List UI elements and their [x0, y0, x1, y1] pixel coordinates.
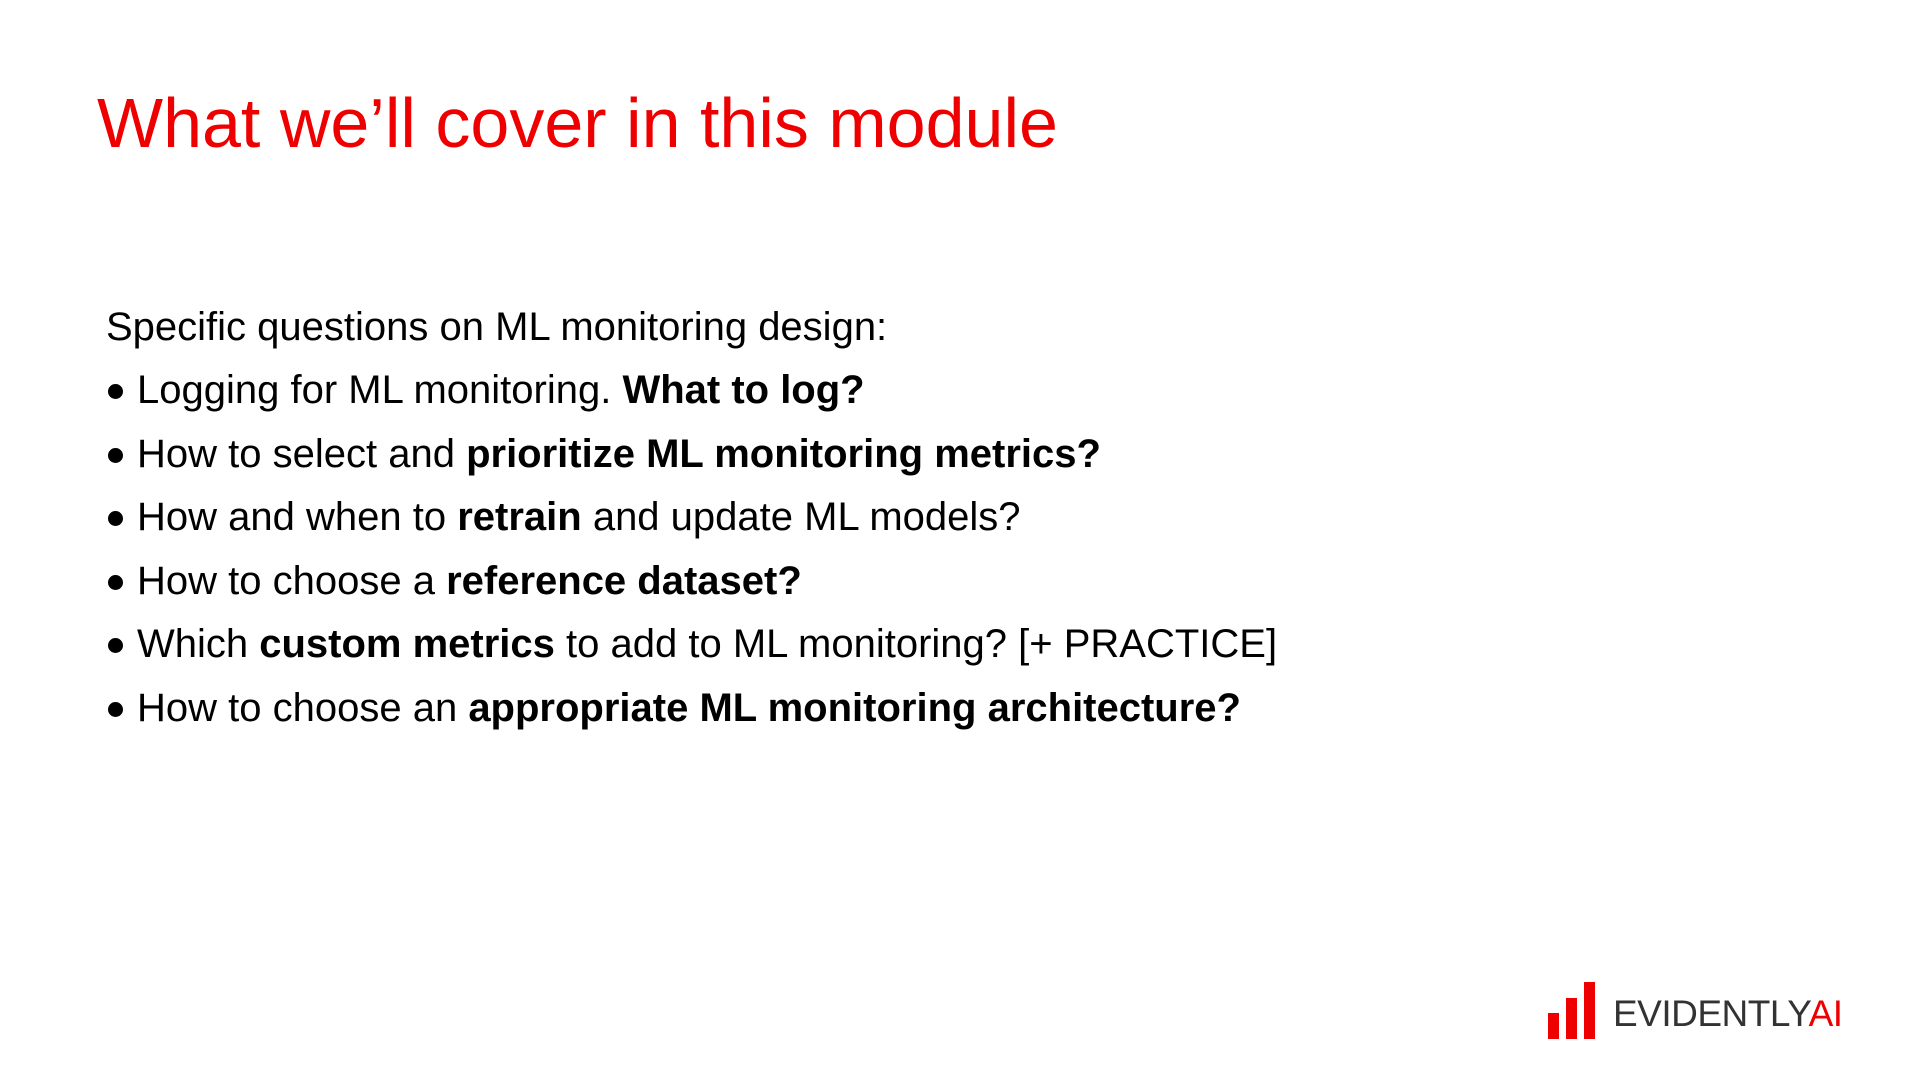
bullet-bold: custom metrics — [259, 622, 555, 666]
bullet-list: Logging for ML monitoring. What to log? … — [106, 367, 1506, 748]
bullet-item: How to choose a reference dataset? — [106, 558, 1506, 622]
bullet-item: Which custom metrics to add to ML monito… — [106, 621, 1506, 685]
bullet-item: How to choose an appropriate ML monitori… — [106, 685, 1506, 749]
bullet-item: How and when to retrain and update ML mo… — [106, 494, 1506, 558]
bullet-item: Logging for ML monitoring. What to log? — [106, 367, 1506, 431]
bar-chart-icon — [1548, 982, 1595, 1039]
bullet-bold: retrain — [457, 495, 582, 539]
bullet-bold: reference dataset? — [446, 558, 802, 603]
logo-word: EVIDENTLY — [1613, 993, 1809, 1034]
logo-ai: AI — [1808, 993, 1843, 1034]
bullet-bold: appropriate ML monitoring architecture? — [468, 685, 1241, 730]
evidently-logo: EVIDENTLYAI — [1548, 982, 1843, 1044]
bullet-bold: prioritize ML monitoring metrics? — [466, 431, 1101, 476]
bullet-bold: What to log? — [622, 368, 865, 412]
slide-content: Specific questions on ML monitoring desi… — [106, 304, 1506, 748]
bullet-item: How to select and prioritize ML monitori… — [106, 431, 1506, 495]
intro-text: Specific questions on ML monitoring desi… — [106, 305, 888, 349]
slide-title: What we’ll cover in this module — [97, 84, 1058, 162]
slide: What we’ll cover in this module Specific… — [0, 0, 1919, 1080]
logo-text: EVIDENTLYAI — [1613, 995, 1843, 1032]
